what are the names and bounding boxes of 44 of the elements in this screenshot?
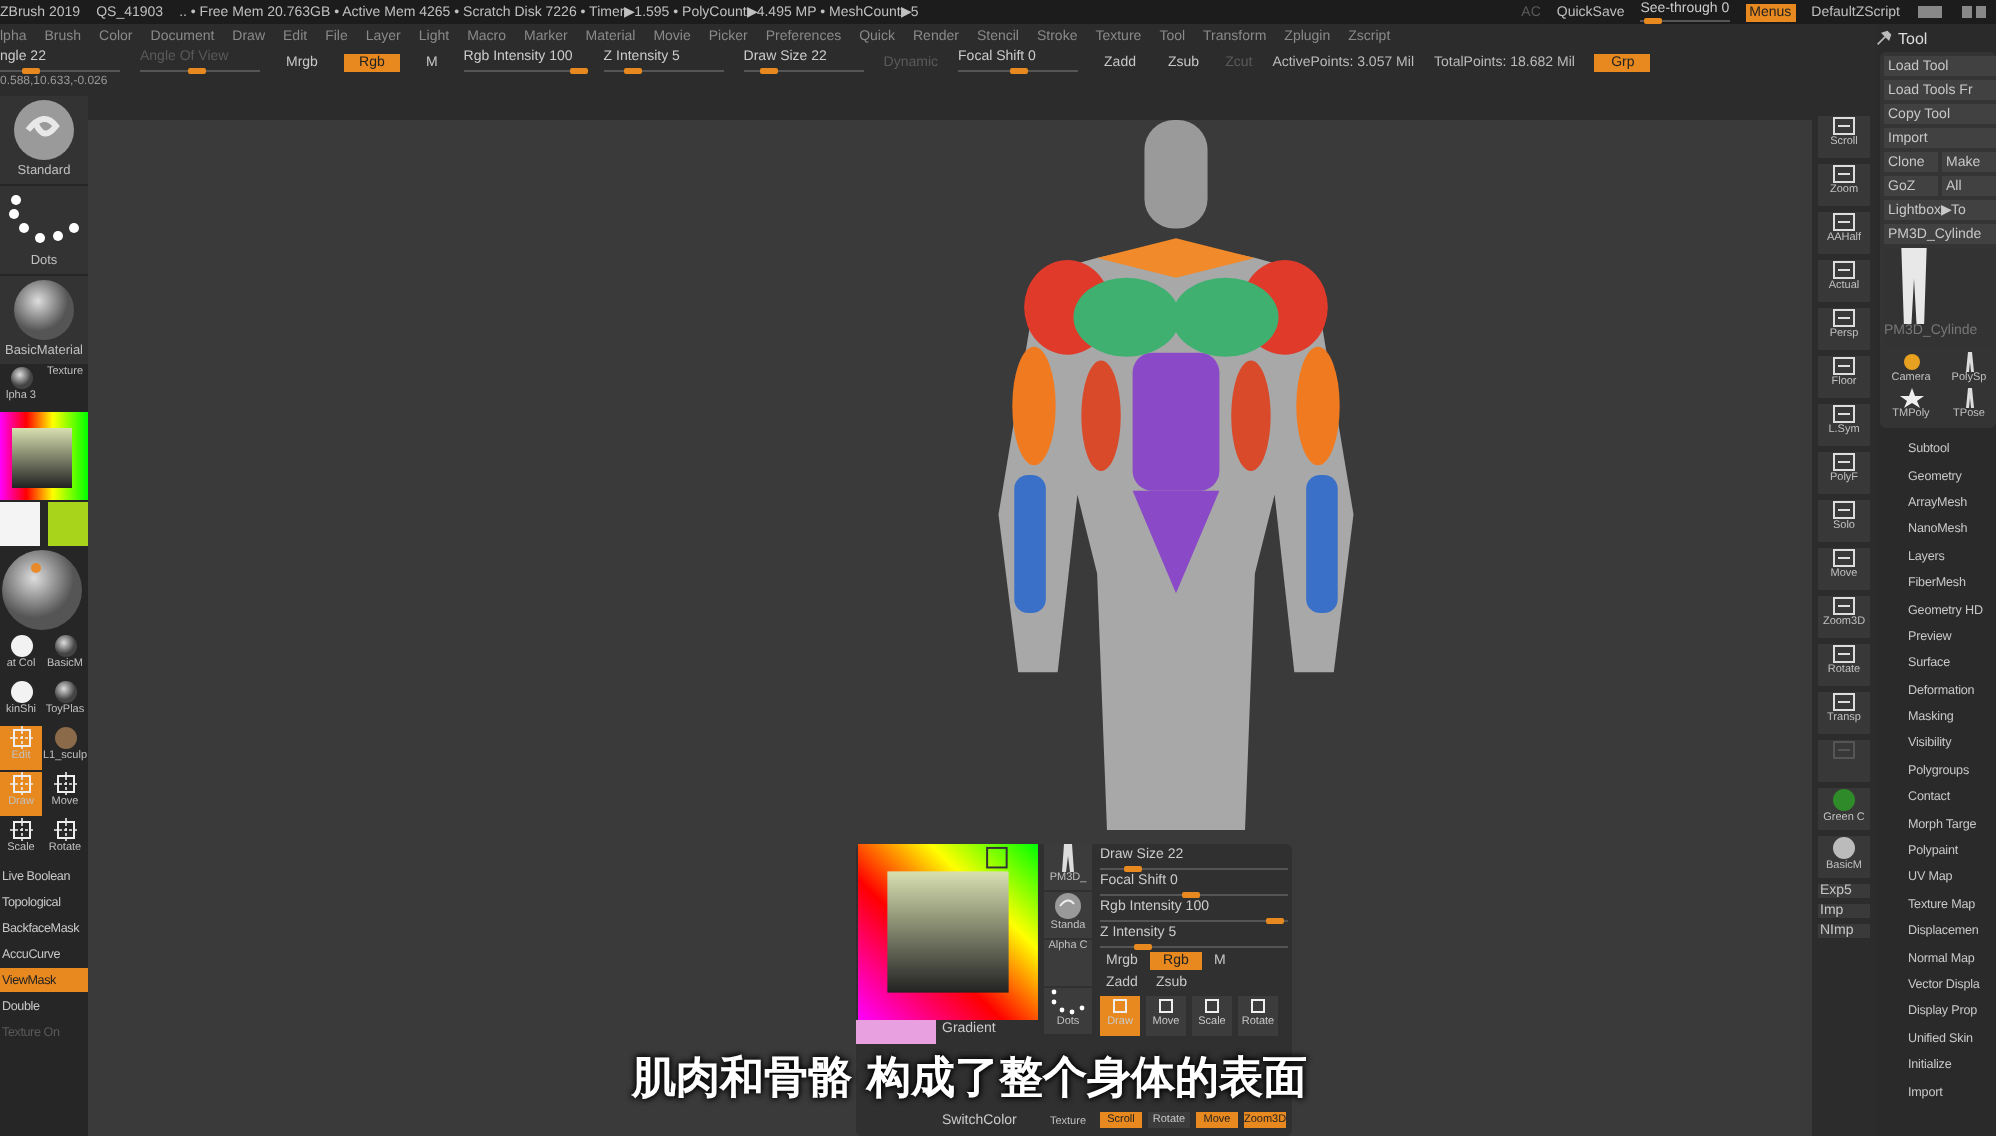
tool-icon: [1828, 500, 1860, 520]
layout-icon[interactable]: [1916, 4, 1944, 20]
tool-icon: [1828, 212, 1860, 232]
tool-icon: [1828, 260, 1860, 280]
color-picker[interactable]: [0, 412, 88, 500]
subtitle-text: 肌肉和骨骼 构成了整个身体的表面: [632, 1054, 1308, 1106]
tool-icon: [1246, 996, 1270, 1016]
sphere-icon: [49, 726, 81, 750]
tool-icon: [49, 772, 81, 796]
tool-icon: [1828, 740, 1860, 760]
tool-icon: [1828, 308, 1860, 328]
tool-icon: [5, 772, 37, 796]
tool-icon: [5, 726, 37, 750]
sphere-icon: [49, 680, 81, 704]
sphere-icon: [49, 634, 81, 658]
sphere-icon: [5, 366, 37, 390]
color-swatch[interactable]: [48, 502, 88, 546]
tool-icon: [1108, 996, 1132, 1016]
tool-icon: [1828, 644, 1860, 664]
tool-icon: [1154, 996, 1178, 1016]
palette-title: Tool: [1898, 29, 1928, 47]
tool-icon: [1200, 996, 1224, 1016]
tool-icon: [1828, 116, 1860, 136]
tool-icon: [5, 818, 37, 842]
sphere-icon: [1828, 788, 1860, 812]
material-preview-icon: [0, 548, 88, 632]
tool-icon: [1828, 356, 1860, 376]
tool-icon: [1828, 452, 1860, 472]
tool-icon: [1828, 596, 1860, 616]
sphere-icon: [1828, 836, 1860, 860]
tool-icon: [1828, 692, 1860, 712]
gradient-swatch-icon: [856, 1020, 936, 1044]
sphere-icon: [5, 634, 37, 658]
tool-icon: [1828, 404, 1860, 424]
tool-icon: [1828, 164, 1860, 184]
star-icon: [1897, 388, 1925, 408]
color-picker[interactable]: [856, 844, 1040, 1020]
tool-icon: [49, 818, 81, 842]
color-swatch[interactable]: [0, 502, 40, 546]
layout-icon[interactable]: [1960, 4, 1988, 20]
hammer-icon: [1876, 30, 1892, 46]
sphere-icon: [5, 680, 37, 704]
tool-icon: [1828, 548, 1860, 568]
dots-icon: [1048, 988, 1088, 1016]
